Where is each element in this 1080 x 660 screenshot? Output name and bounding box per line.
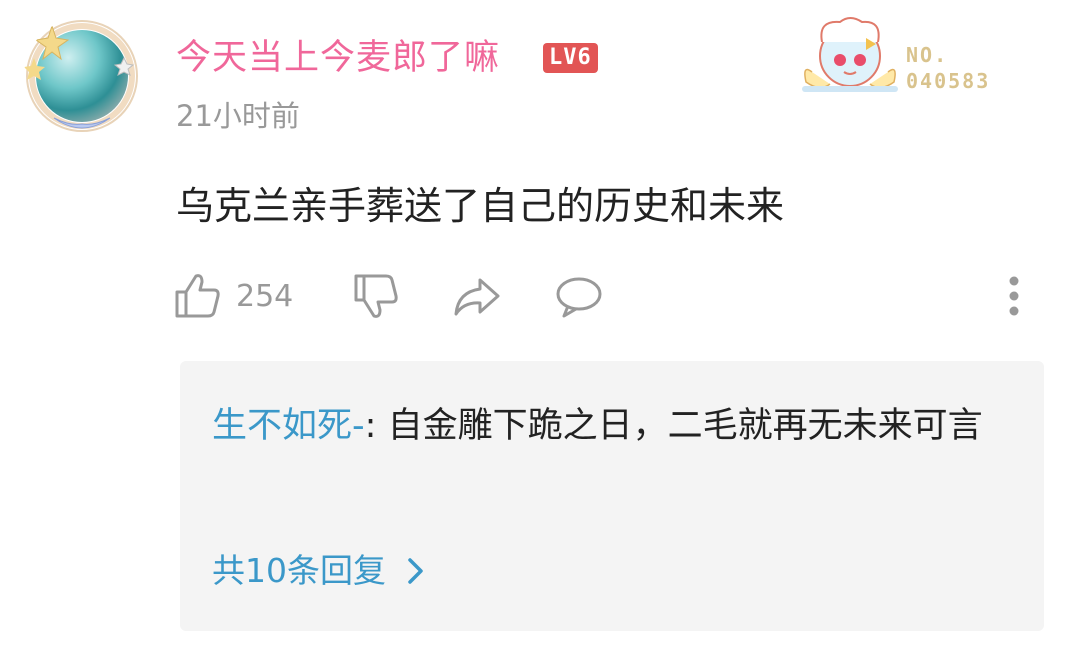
fan-badge-mascot-icon (802, 17, 898, 92)
comment-icon (556, 277, 602, 318)
fan-badge-number: NO. 040583 (906, 42, 1006, 94)
more-vertical-icon (1009, 276, 1019, 316)
comment-text: 乌克兰亲手葬送了自己的历史和未来 (176, 184, 785, 228)
share-button[interactable] (452, 272, 502, 320)
thumbs-up-icon (175, 274, 220, 318)
avatar[interactable] (24, 18, 140, 134)
view-all-replies-label: 共10条回复 (212, 551, 386, 590)
reply-text: 自金雕下跪之日，二毛就再无未来可言 (376, 406, 983, 446)
view-all-replies-link[interactable]: 共10条回复 (212, 541, 430, 601)
fan-badge-label: NO. (906, 43, 949, 67)
reply-separator: : (364, 406, 377, 446)
thumbs-down-icon (354, 274, 398, 318)
share-icon (454, 278, 500, 316)
avatar-frame-decoration (24, 20, 138, 132)
reply-preview-item: 生不如死-: 自金雕下跪之日，二毛就再无未来可言 (212, 397, 992, 455)
like-button[interactable]: 254 (172, 272, 293, 320)
like-count: 254 (236, 278, 294, 314)
chevron-right-icon (408, 558, 423, 584)
comment-timestamp: 21小时前 (176, 99, 300, 133)
reply-author-name[interactable]: 生不如死- (212, 406, 365, 446)
more-options-button[interactable] (1002, 272, 1026, 320)
reply-preview-box[interactable]: 生不如死-: 自金雕下跪之日，二毛就再无未来可言 共10条回复 (180, 361, 1044, 631)
dislike-button[interactable] (352, 272, 400, 320)
fan-badge-value: 040583 (906, 69, 991, 93)
user-level-badge: LV6 (543, 43, 598, 73)
comment-author-name[interactable]: 今天当上今麦郎了嘛 (176, 34, 500, 82)
reply-comment-button[interactable] (554, 272, 604, 320)
